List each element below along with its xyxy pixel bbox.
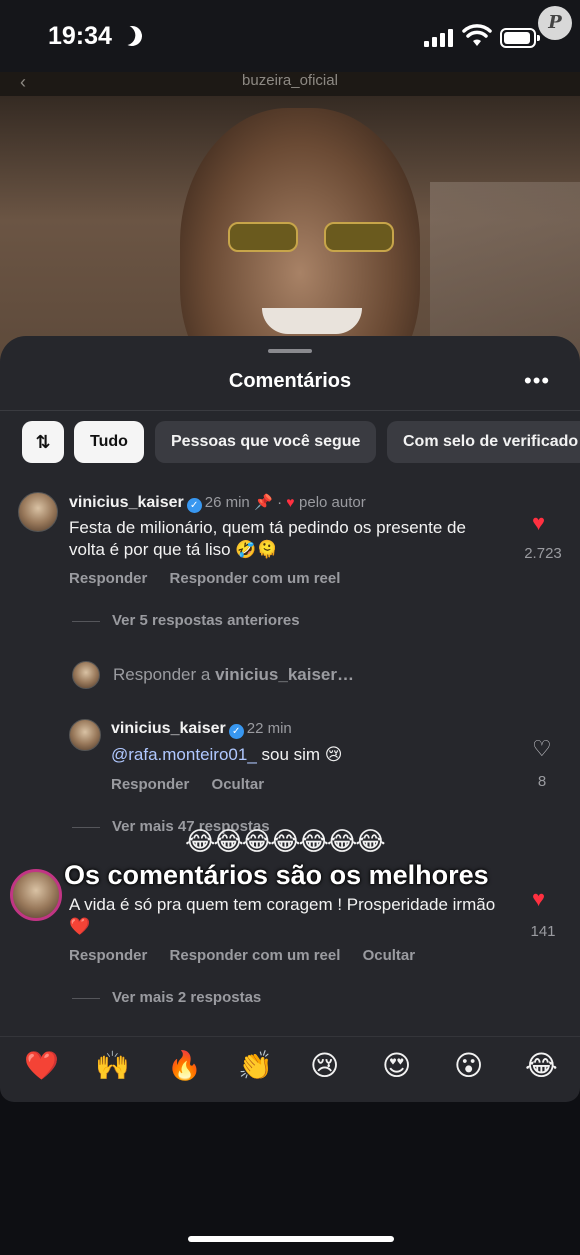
emoji-raised-hands[interactable]: 🙌 xyxy=(95,1049,130,1082)
battery-icon xyxy=(500,28,540,48)
reply-input[interactable]: Responder a vinicius_kaiser… xyxy=(113,665,354,685)
story-avatar[interactable] xyxy=(10,869,62,921)
emoji-heart[interactable]: ❤️ xyxy=(24,1049,59,1082)
comment-username[interactable]: vinicius_kaiser xyxy=(69,494,184,511)
emoji-surprised[interactable]: 😮 xyxy=(454,1049,483,1082)
smile xyxy=(262,308,362,334)
emoji-heart-eyes[interactable]: 😍 xyxy=(382,1049,411,1082)
filter-all[interactable]: Tudo xyxy=(74,421,144,463)
comment-text: Festa de milionário, quem tá pedindo os … xyxy=(69,518,466,559)
reply-like-count: 8 xyxy=(537,773,547,790)
reply-with-reel-button[interactable]: Responder com um reel xyxy=(170,947,341,964)
view-more-replies[interactable]: Ver mais 2 respostas xyxy=(72,989,261,1006)
watermark-logo: P xyxy=(538,6,572,40)
do-not-disturb-icon xyxy=(119,23,145,49)
mention-link[interactable]: @rafa.monteiro01_ xyxy=(111,745,257,764)
comment-header: vinicius_kaiser ✓ 26 min 📌 · ♥ pelo autor xyxy=(69,494,366,513)
my-avatar xyxy=(72,661,100,689)
author-liked-label: pelo autor xyxy=(299,494,366,511)
pin-icon: 📌 xyxy=(254,494,273,511)
comment-time: 26 min xyxy=(204,494,250,511)
reply-text: @rafa.monteiro01_ sou sim 😢 xyxy=(111,744,511,766)
cellular-signal-icon xyxy=(424,29,454,47)
filter-following[interactable]: Pessoas que você segue xyxy=(155,421,377,463)
bottom-area xyxy=(0,1102,580,1255)
like-heart-outline-icon[interactable]: ♡ xyxy=(532,736,552,762)
hide-button[interactable]: Ocultar xyxy=(212,776,265,793)
verified-badge-icon: ✓ xyxy=(228,724,244,739)
like-count: 2.723 xyxy=(524,545,562,562)
overlay-emojis: 😂😂😂😂😂😂😂 xyxy=(185,826,386,856)
avatar[interactable] xyxy=(18,492,58,532)
reply-button[interactable]: Responder xyxy=(69,947,147,964)
sunglasses xyxy=(228,222,398,256)
home-indicator[interactable] xyxy=(188,1236,394,1242)
divider xyxy=(0,410,580,411)
wifi-icon xyxy=(462,24,492,46)
view-previous-replies[interactable]: Ver 5 respostas anteriores xyxy=(72,612,300,629)
sheet-grabber[interactable] xyxy=(268,349,312,353)
like-heart-icon[interactable]: ♥ xyxy=(532,886,545,912)
reply-prefix: Responder a xyxy=(113,665,216,684)
comments-sheet: Comentários ••• ⇅ Tudo Pessoas que você … xyxy=(0,336,580,1102)
comment-text: A vida é só pra quem tem coragem ! Prosp… xyxy=(69,895,496,936)
reply-username[interactable]: vinicius_kaiser xyxy=(111,720,226,737)
filter-bar: ⇅ Tudo Pessoas que você segue Com selo d… xyxy=(0,421,580,465)
like-count: 141 xyxy=(530,923,556,940)
hide-button[interactable]: Ocultar xyxy=(363,947,416,964)
reply-avatar[interactable] xyxy=(69,719,101,751)
status-bar: 19:34 xyxy=(0,0,580,72)
like-heart-icon[interactable]: ♥ xyxy=(532,510,545,536)
emoji-reaction-bar: ❤️ 🙌 🔥 👏 😢 😍 😮 😂 xyxy=(0,1036,580,1102)
author-heart-icon: ♥ xyxy=(286,494,295,510)
reply-header: vinicius_kaiser ✓ 22 min xyxy=(111,720,292,739)
emoji-clapping[interactable]: 👏 xyxy=(238,1049,273,1082)
overlay-caption: Os comentários são os melhores xyxy=(64,860,489,890)
comment-actions: Responder Responder com um reel Ocultar xyxy=(69,947,433,964)
filter-verified[interactable]: Com selo de verificado xyxy=(387,421,580,463)
post-username: buzeira_oficial xyxy=(242,72,338,89)
reply-body: sou sim 😢 xyxy=(256,745,343,764)
emoji-fire[interactable]: 🔥 xyxy=(167,1049,202,1082)
sort-button[interactable]: ⇅ xyxy=(22,421,64,463)
reply-button[interactable]: Responder xyxy=(111,776,189,793)
reply-button[interactable]: Responder xyxy=(69,570,147,587)
emoji-crying[interactable]: 😢 xyxy=(310,1049,339,1082)
reply-target: vinicius_kaiser… xyxy=(215,665,354,684)
sheet-title: Comentários xyxy=(228,370,352,392)
reply-with-reel-button[interactable]: Responder com um reel xyxy=(170,570,341,587)
reply-time: 22 min xyxy=(246,720,292,737)
emoji-laughing[interactable]: 😂 xyxy=(525,1049,558,1082)
verified-badge-icon: ✓ xyxy=(186,498,202,513)
reply-actions: Responder Ocultar xyxy=(111,776,282,793)
comment-actions: Responder Responder com um reel xyxy=(69,570,358,587)
clock: 19:34 xyxy=(48,22,112,50)
more-options-icon[interactable]: ••• xyxy=(524,368,550,394)
